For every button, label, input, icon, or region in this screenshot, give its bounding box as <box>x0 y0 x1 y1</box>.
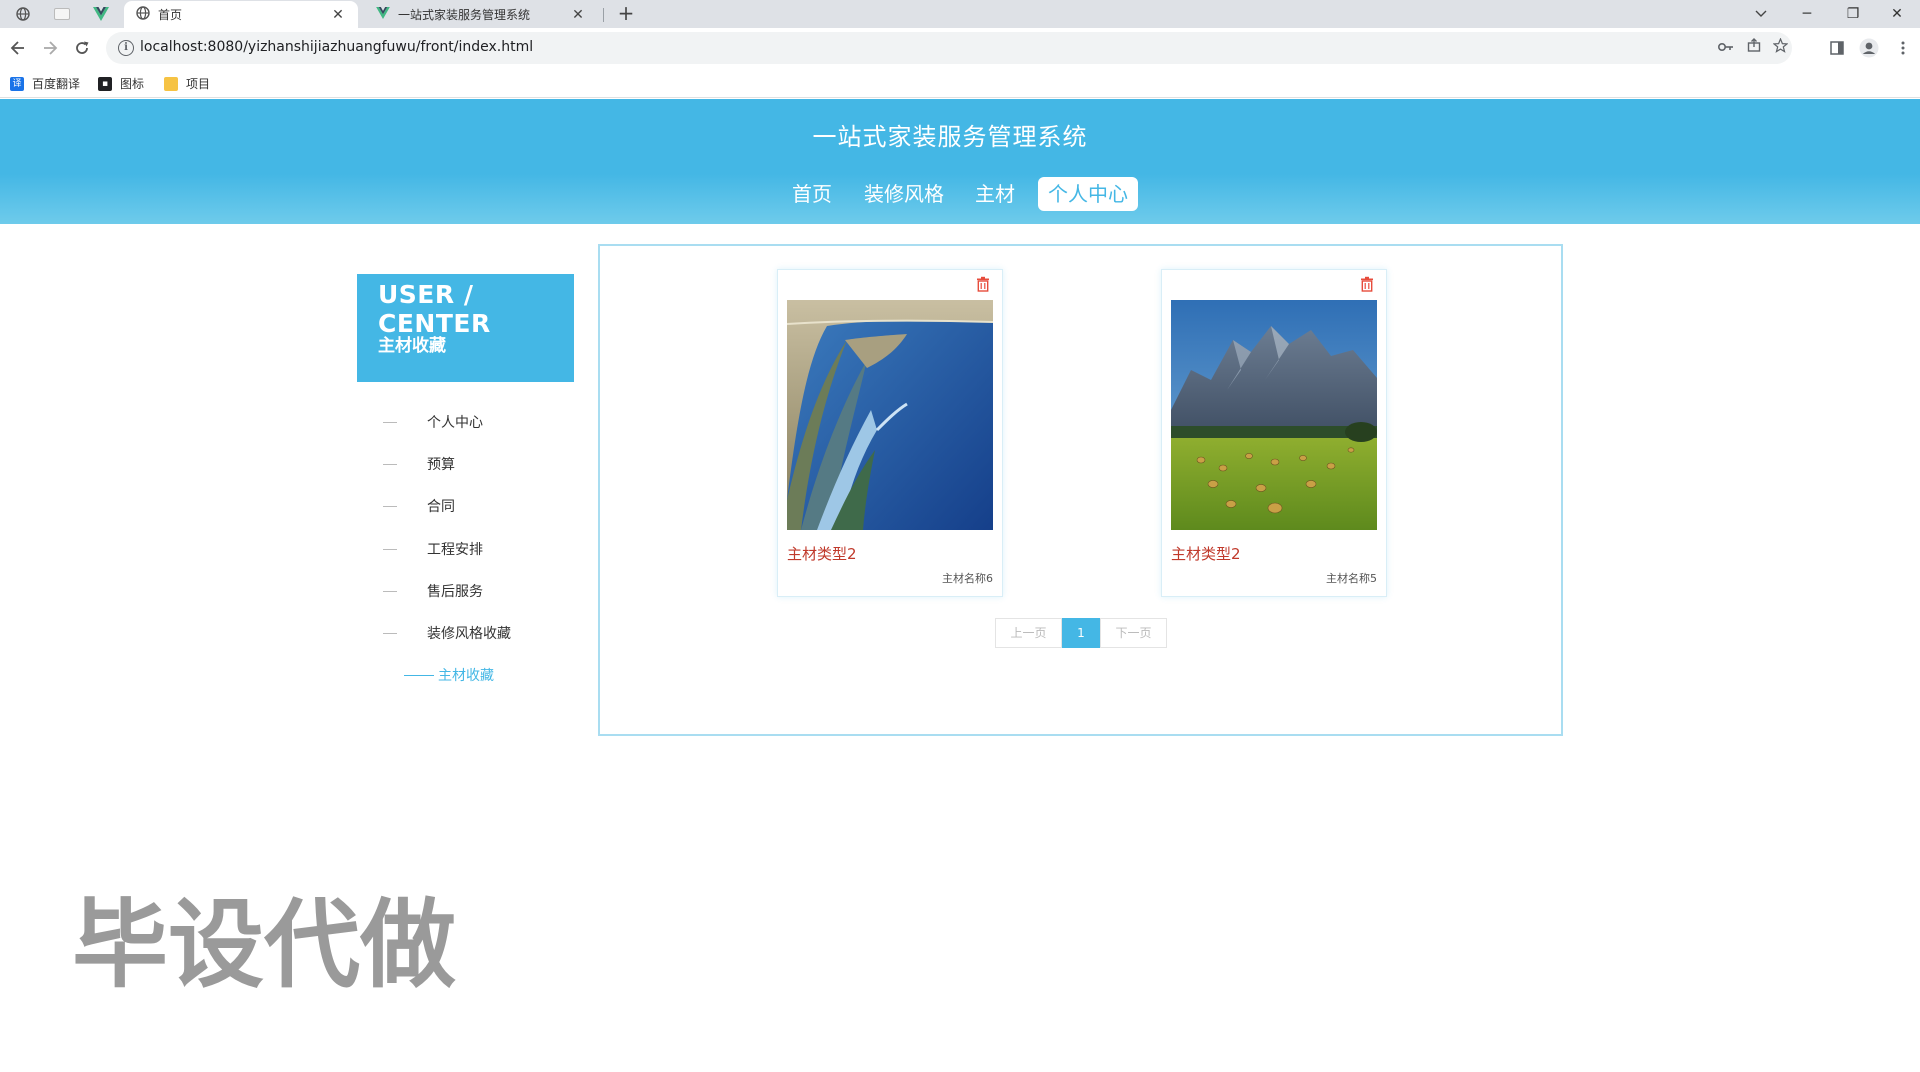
user-center-heading: USER / CENTER 主材收藏 <box>357 274 574 382</box>
back-button[interactable] <box>6 36 30 60</box>
material-name: 主材名称5 <box>1326 572 1377 585</box>
address-bar[interactable]: i localhost:8080/yizhanshijiazhuangfuwu/… <box>106 32 1792 64</box>
menu-dash <box>404 674 434 676</box>
sidebar-item-label: 个人中心 <box>427 415 483 431</box>
close-window-button[interactable]: ✕ <box>1874 0 1920 28</box>
share-icon[interactable] <box>1744 38 1764 58</box>
site-header: 一站式家装服务管理系统 首页 装修风格 主材 个人中心 <box>0 99 1920 224</box>
globe-icon[interactable] <box>6 3 40 25</box>
main-nav: 首页 装修风格 主材 个人中心 <box>0 177 1920 211</box>
tab-search-icon[interactable] <box>1738 0 1784 28</box>
new-tab-button[interactable]: + <box>614 2 638 26</box>
sidebar-item-label: 售后服务 <box>427 584 483 600</box>
vue-logo-icon <box>376 7 390 22</box>
nav-main-materials[interactable]: 主材 <box>968 177 1022 211</box>
globe-icon <box>136 6 150 23</box>
vue-logo-icon[interactable] <box>84 3 118 25</box>
bookmark-label: 图标 <box>120 77 145 91</box>
folder-icon <box>164 76 178 91</box>
user-center-title: USER / CENTER <box>378 280 491 338</box>
blank-page-icon[interactable] <box>45 3 79 25</box>
site-info-icon[interactable]: i <box>118 40 134 56</box>
restore-button[interactable]: ❐ <box>1830 0 1876 28</box>
material-type: 主材类型2 <box>1171 545 1241 563</box>
image-icon: ▪ <box>98 76 112 91</box>
sidebar-item-contract[interactable]: 合同 <box>357 485 574 527</box>
tab-separator <box>603 8 604 22</box>
sidebar-item-label: 预算 <box>427 457 455 473</box>
profile-avatar-icon[interactable] <box>1857 36 1881 60</box>
material-type: 主材类型2 <box>787 545 857 563</box>
sidebar-item-profile[interactable]: 个人中心 <box>357 401 574 443</box>
close-tab-icon[interactable]: ✕ <box>570 7 586 23</box>
url-text[interactable]: localhost:8080/yizhanshijiazhuangfuwu/fr… <box>140 39 533 55</box>
nav-home[interactable]: 首页 <box>784 177 840 211</box>
page-number-button[interactable]: 1 <box>1062 618 1100 648</box>
favorite-card[interactable]: 主材类型2 主材名称5 <box>1161 269 1387 597</box>
mountain-hay-field-photo[interactable] <box>1171 300 1377 530</box>
pagination: 上一页 1 下一页 <box>995 618 1167 648</box>
menu-dash <box>383 548 397 550</box>
delete-trash-icon[interactable] <box>976 276 990 292</box>
password-key-icon[interactable] <box>1716 38 1736 58</box>
prev-page-button[interactable]: 上一页 <box>995 618 1062 648</box>
menu-dash <box>383 590 397 592</box>
reload-button[interactable] <box>70 36 94 60</box>
sidebar-item-material-favorites[interactable]: 主材收藏 <box>357 654 574 696</box>
translate-icon: 译 <box>10 76 24 91</box>
tab-title: 一站式家装服务管理系统 <box>398 8 531 22</box>
menu-dash <box>383 421 397 423</box>
watermark: 毕设代做 <box>71 878 492 1003</box>
close-tab-icon[interactable]: ✕ <box>330 7 346 23</box>
bookmark-baidu-translate[interactable]: 译 百度翻译 <box>10 75 80 92</box>
delete-trash-icon[interactable] <box>1360 276 1374 292</box>
favorite-card[interactable]: 主材类型2 主材名称6 <box>777 269 1003 597</box>
bookmark-icons[interactable]: ▪ 图标 <box>98 75 144 92</box>
bookmarks-bar: 译 百度翻译 ▪ 图标 项目 <box>0 68 1920 98</box>
bookmark-star-icon[interactable] <box>1770 37 1790 58</box>
nav-user-center[interactable]: 个人中心 <box>1038 177 1138 211</box>
sidebar-item-budget[interactable]: 预算 <box>357 443 574 485</box>
coastline-aerial-photo[interactable] <box>787 300 993 530</box>
browser-toolbar: i localhost:8080/yizhanshijiazhuangfuwu/… <box>0 28 1920 68</box>
back-arrow-icon <box>10 41 24 55</box>
next-page-button[interactable]: 下一页 <box>1100 618 1167 648</box>
sidebar-item-style-favorites[interactable]: 装修风格收藏 <box>357 612 574 654</box>
sidebar-item-label: 工程安排 <box>427 542 483 558</box>
side-panel-icon[interactable] <box>1825 36 1849 60</box>
sidebar-item-label: 合同 <box>427 499 455 515</box>
tab-title: 首页 <box>158 8 183 22</box>
sidebar-item-after-sales[interactable]: 售后服务 <box>357 570 574 612</box>
forward-button[interactable] <box>38 36 62 60</box>
menu-dash <box>383 505 397 507</box>
watermark-text: 毕设代做 <box>72 889 456 998</box>
tab-admin-system[interactable]: 一站式家装服务管理系统 ✕ <box>364 1 598 28</box>
menu-dash <box>383 463 397 465</box>
browser-tabstrip: 首页 ✕ 一站式家装服务管理系统 ✕ + ─ ❐ ✕ <box>0 0 1920 28</box>
bookmark-label: 项目 <box>186 77 211 91</box>
sidebar-item-label: 装修风格收藏 <box>427 626 511 642</box>
favorites-panel: 主材类型2 主材名称6 主材类型2 主材名称5 上一页 1 下一页 <box>598 244 1563 736</box>
material-name: 主材名称6 <box>942 572 993 585</box>
tab-home[interactable]: 首页 ✕ <box>124 1 358 28</box>
bookmark-label: 百度翻译 <box>32 77 81 91</box>
forward-arrow-icon <box>44 41 58 55</box>
bookmark-project[interactable]: 项目 <box>164 75 210 92</box>
site-title: 一站式家装服务管理系统 <box>812 123 1088 151</box>
menu-dash <box>383 632 397 634</box>
sidebar-item-schedule[interactable]: 工程安排 <box>357 528 574 570</box>
minimize-button[interactable]: ─ <box>1784 0 1830 28</box>
sidebar-item-label: 主材收藏 <box>438 668 494 684</box>
menu-kebab-icon[interactable] <box>1891 36 1915 60</box>
current-section-title: 主材收藏 <box>378 336 446 356</box>
reload-icon <box>76 41 89 54</box>
nav-decoration-style[interactable]: 装修风格 <box>858 177 950 211</box>
